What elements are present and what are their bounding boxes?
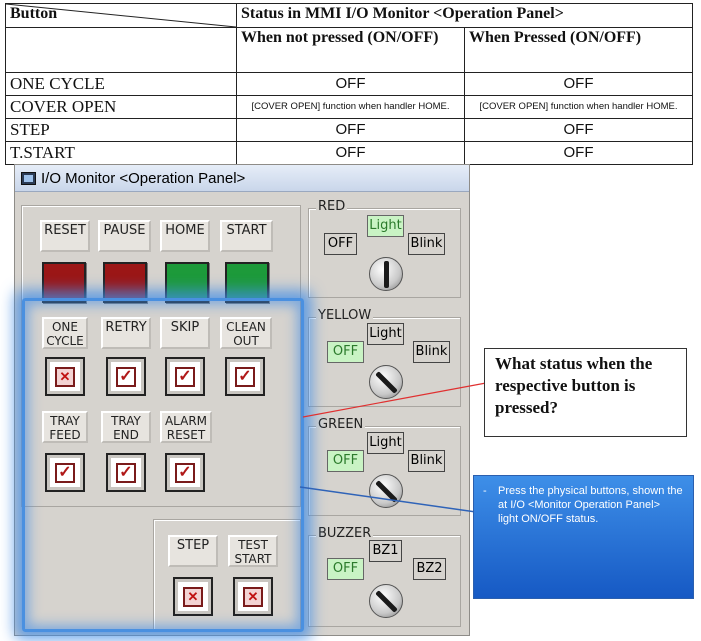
header-diagonal-line [6,4,236,27]
lamp-home[interactable] [165,262,209,303]
header-status: Status in MMI I/O Monitor <Operation Pan… [235,3,694,28]
note-bullet: - [483,485,487,497]
label-retry: RETRY [101,317,151,349]
check-icon: ✓ [116,462,136,483]
red-blink-option[interactable]: Blink [408,233,445,255]
row-not-pressed-value: OFF [236,141,465,165]
label-tray-end: TRAY END [101,411,151,443]
checkbox-retry[interactable]: ✓ [106,357,146,396]
label-test-start: TEST START [228,535,278,567]
label-step: STEP [168,535,218,567]
buzzer-title: BUZZER [316,526,374,541]
yellow-light-option[interactable]: Light [367,323,404,345]
row-button-name: ONE CYCLE [5,72,237,96]
note-callout: - Press the physical buttons, shown the … [473,475,694,599]
label-reset: RESET [40,220,90,252]
check-icon: ✓ [116,366,136,387]
checkbox-tray-end[interactable]: ✓ [106,453,146,492]
yellow-light-title: YELLOW [316,308,374,323]
red-off-option[interactable]: OFF [324,233,357,255]
red-selector-knob-icon[interactable] [369,257,403,291]
row-not-pressed-value: OFF [236,118,465,142]
row-not-pressed-value: [COVER OPEN] function when handler HOME. [236,95,465,119]
yellow-off-option[interactable]: OFF [327,341,364,363]
buzzer-off-option[interactable]: OFF [327,558,364,580]
label-pause: PAUSE [98,220,151,252]
checkbox-clean-out[interactable]: ✓ [225,357,265,396]
label-alarm-reset: ALARM RESET [160,411,212,443]
check-icon: ✓ [55,462,75,483]
label-one-cycle: ONE CYCLE [42,317,88,349]
checkbox-step[interactable]: ✕ [173,577,213,616]
header-empty-cell [5,27,237,73]
checkbox-alarm-reset[interactable]: ✓ [165,453,205,492]
check-icon: ✓ [175,462,195,483]
check-icon: ✓ [175,366,195,387]
row-pressed-value: OFF [463,141,694,165]
yellow-blink-option[interactable]: Blink [413,341,450,363]
row-button-name: STEP [5,118,237,142]
checkbox-skip[interactable]: ✓ [165,357,205,396]
green-selector-knob-icon[interactable] [369,474,403,508]
buzzer-bz2-option[interactable]: BZ2 [413,558,446,580]
label-clean-out: CLEAN OUT [220,317,272,349]
checkbox-one-cycle[interactable]: ✕ [45,357,85,396]
note-text: Press the physical buttons, shown the at… [498,485,683,525]
red-light-title: RED [316,199,348,214]
label-tray-feed: TRAY FEED [42,411,88,443]
row-pressed-value: [COVER OPEN] function when handler HOME. [463,95,694,119]
window-app-icon [21,172,36,185]
header-pressed: When Pressed (ON/OFF) [463,27,694,73]
unchecked-x-icon: ✕ [183,586,203,607]
green-blink-option[interactable]: Blink [408,450,445,472]
question-callout: What status when the respective button i… [484,348,687,437]
yellow-selector-knob-icon[interactable] [369,365,403,399]
buzzer-selector-knob-icon[interactable] [369,584,403,618]
label-start: START [220,220,273,252]
label-home: HOME [160,220,210,252]
table-row: ONE CYCLE OFF OFF [5,72,694,96]
buzzer-bz1-option[interactable]: BZ1 [369,540,402,562]
row-button-name: T.START [5,141,237,165]
lamp-reset[interactable] [42,262,86,303]
check-icon: ✓ [235,366,255,387]
table-row: STEP OFF OFF [5,118,694,142]
header-not-pressed: When not pressed (ON/OFF) [236,27,465,73]
label-skip: SKIP [160,317,210,349]
green-light-option[interactable]: Light [367,432,404,454]
checkbox-test-start[interactable]: ✕ [233,577,273,616]
table-row: COVER OPEN [COVER OPEN] function when ha… [5,95,694,119]
green-off-option[interactable]: OFF [327,450,364,472]
unchecked-x-icon: ✕ [55,366,75,387]
window-title: I/O Monitor <Operation Panel> [41,170,246,187]
row-button-name: COVER OPEN [5,95,237,119]
io-monitor-window: I/O Monitor <Operation Panel> RESET PAUS… [14,164,470,636]
window-titlebar[interactable]: I/O Monitor <Operation Panel> [15,165,469,192]
lamp-start[interactable] [225,262,269,303]
row-not-pressed-value: OFF [236,72,465,96]
row-pressed-value: OFF [463,72,694,96]
unchecked-x-icon: ✕ [243,586,263,607]
status-table: Button Status in MMI I/O Monitor <Operat… [5,3,694,165]
lamp-pause[interactable] [103,262,147,303]
header-button: Button [5,3,237,28]
row-pressed-value: OFF [463,118,694,142]
green-light-title: GREEN [316,417,366,432]
red-light-option[interactable]: Light [367,215,404,237]
table-row: T.START OFF OFF [5,141,694,165]
checkbox-tray-feed[interactable]: ✓ [45,453,85,492]
